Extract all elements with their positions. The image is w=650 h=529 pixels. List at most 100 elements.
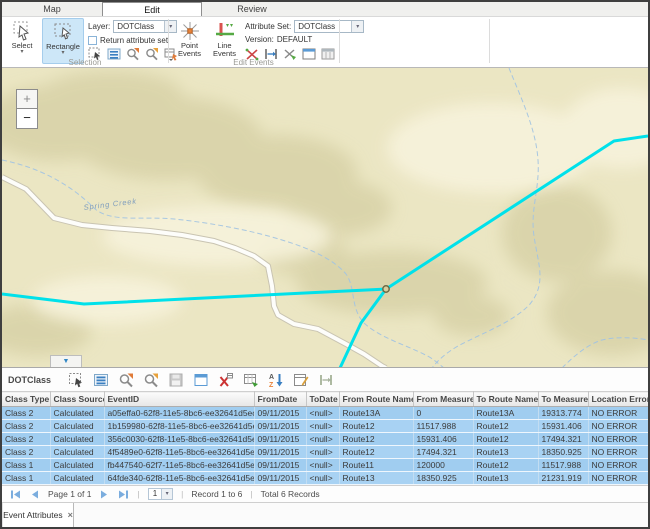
cell[interactable]: Calculated	[50, 446, 104, 459]
cell[interactable]: Route12	[473, 420, 538, 433]
cell[interactable]: Calculated	[50, 420, 104, 433]
cell[interactable]: <null>	[306, 446, 339, 459]
cell[interactable]: Class 2	[2, 407, 50, 420]
cell[interactable]: Route12	[473, 459, 538, 472]
close-icon[interactable]: ×	[68, 510, 73, 520]
return-attribute-set-checkbox[interactable]	[88, 36, 97, 45]
cell[interactable]: Route12	[473, 433, 538, 446]
zoom-to-selection-icon[interactable]	[118, 372, 134, 388]
cell[interactable]: NO ERROR	[588, 420, 648, 433]
last-page-icon[interactable]	[118, 489, 129, 500]
cell[interactable]: 21231.919	[538, 472, 588, 485]
panel-collapse-tab[interactable]: ▼	[50, 355, 82, 367]
cell[interactable]: fb447540-62f7-11e5-8bc6-ee32641d5ec9	[104, 459, 254, 472]
cell[interactable]: Route11	[339, 459, 413, 472]
show-selected-list-icon[interactable]	[93, 372, 109, 388]
previous-page-icon[interactable]	[29, 489, 40, 500]
refresh-table-icon[interactable]	[243, 372, 259, 388]
table-row[interactable]: Class 1Calculatedfb447540-62f7-11e5-8bc6…	[2, 459, 648, 472]
cell[interactable]: 09/11/2015	[254, 433, 306, 446]
cell[interactable]: Class 2	[2, 420, 50, 433]
map-canvas[interactable]: Spring Creek + − ▼	[2, 67, 648, 367]
cell[interactable]: 17494.321	[413, 446, 473, 459]
cell[interactable]: 0	[413, 407, 473, 420]
cell[interactable]: <null>	[306, 407, 339, 420]
table-row[interactable]: Class 2Calculateda05effa0-62f8-11e5-8bc6…	[2, 407, 648, 420]
column-header[interactable]: EventID	[104, 392, 254, 407]
clear-selection-icon[interactable]	[218, 372, 234, 388]
pan-to-selection-icon[interactable]	[143, 372, 159, 388]
cell[interactable]: Route13	[473, 446, 538, 459]
column-header[interactable]: ToDate	[306, 392, 339, 407]
column-header[interactable]: From Measure	[413, 392, 473, 407]
cell[interactable]: Calculated	[50, 433, 104, 446]
cell[interactable]: 17494.321	[538, 433, 588, 446]
next-page-icon[interactable]	[99, 489, 110, 500]
column-header[interactable]: From Route Name	[339, 392, 413, 407]
cell[interactable]: 18350.925	[413, 472, 473, 485]
cell[interactable]: 4f5489e0-62f8-11e5-8bc6-ee32641d5ec9	[104, 446, 254, 459]
sort-icon[interactable]: AZ	[268, 372, 284, 388]
column-header[interactable]: Location Error	[588, 392, 648, 407]
table-row[interactable]: Class 1Calculated64fde340-62f8-11e5-8bc6…	[2, 472, 648, 485]
cell[interactable]: 15931.406	[538, 420, 588, 433]
cell[interactable]: 15931.406	[413, 433, 473, 446]
cell[interactable]: 11517.988	[413, 420, 473, 433]
cell[interactable]: Route12	[339, 420, 413, 433]
column-header[interactable]: To Route Name	[473, 392, 538, 407]
cell[interactable]: Route13	[339, 472, 413, 485]
cell[interactable]: 64fde340-62f8-11e5-8bc6-ee32641d5ec9	[104, 472, 254, 485]
cell[interactable]: NO ERROR	[588, 407, 648, 420]
cell[interactable]: Class 2	[2, 446, 50, 459]
cell[interactable]: Route13A	[473, 407, 538, 420]
cell[interactable]: Route13	[473, 472, 538, 485]
cell[interactable]: <null>	[306, 472, 339, 485]
cell[interactable]: Class 1	[2, 459, 50, 472]
cell[interactable]: <null>	[306, 420, 339, 433]
cell[interactable]: 356c0030-62f8-11e5-8bc6-ee32641d5ec9	[104, 433, 254, 446]
cell[interactable]: 19313.774	[538, 407, 588, 420]
cell[interactable]: Route12	[339, 433, 413, 446]
cell[interactable]: 1b159980-62f8-11e5-8bc6-ee32641d5ec9	[104, 420, 254, 433]
cell[interactable]: 09/11/2015	[254, 446, 306, 459]
cell[interactable]: 120000	[413, 459, 473, 472]
column-header[interactable]: Class Type	[2, 392, 50, 407]
attribute-set-dropdown[interactable]: DOTClass ▾	[294, 20, 364, 33]
cell[interactable]: Route13A	[339, 407, 413, 420]
cell[interactable]: 09/11/2015	[254, 407, 306, 420]
cell[interactable]: 09/11/2015	[254, 420, 306, 433]
zoom-out-button[interactable]: −	[16, 109, 38, 129]
select-records-icon[interactable]	[68, 372, 84, 388]
cell[interactable]: Calculated	[50, 472, 104, 485]
cell[interactable]: a05effa0-62f8-11e5-8bc6-ee32641d5ec9	[104, 407, 254, 420]
cell[interactable]: 18350.925	[538, 446, 588, 459]
edit-attributes-icon[interactable]	[293, 372, 309, 388]
cell[interactable]: NO ERROR	[588, 459, 648, 472]
zoom-in-button[interactable]: +	[16, 89, 38, 109]
cell[interactable]: 09/11/2015	[254, 472, 306, 485]
first-page-icon[interactable]	[10, 489, 21, 500]
cell[interactable]: 09/11/2015	[254, 459, 306, 472]
cell[interactable]: <null>	[306, 433, 339, 446]
cell[interactable]: Route12	[339, 446, 413, 459]
route-junction-marker[interactable]	[383, 286, 389, 292]
table-row[interactable]: Class 2Calculated1b159980-62f8-11e5-8bc6…	[2, 420, 648, 433]
cell[interactable]: NO ERROR	[588, 472, 648, 485]
column-header[interactable]: To Measure	[538, 392, 588, 407]
open-attribute-window-icon[interactable]	[193, 372, 209, 388]
cell[interactable]: Calculated	[50, 407, 104, 420]
page-number-dropdown[interactable]: 1 ▾	[148, 488, 173, 500]
measure-range-icon[interactable]	[318, 372, 334, 388]
table-row[interactable]: Class 2Calculated4f5489e0-62f8-11e5-8bc6…	[2, 446, 648, 459]
tab-review[interactable]: Review	[202, 2, 302, 16]
cell[interactable]: NO ERROR	[588, 433, 648, 446]
tab-edit[interactable]: Edit	[102, 2, 202, 16]
table-row[interactable]: Class 2Calculated356c0030-62f8-11e5-8bc6…	[2, 433, 648, 446]
cell[interactable]: Class 1	[2, 472, 50, 485]
cell[interactable]: NO ERROR	[588, 446, 648, 459]
cell[interactable]: Calculated	[50, 459, 104, 472]
column-header[interactable]: FromDate	[254, 392, 306, 407]
cell[interactable]: <null>	[306, 459, 339, 472]
tab-event-attributes[interactable]: Event Attributes ×	[2, 503, 74, 527]
column-header[interactable]: Class Source	[50, 392, 104, 407]
